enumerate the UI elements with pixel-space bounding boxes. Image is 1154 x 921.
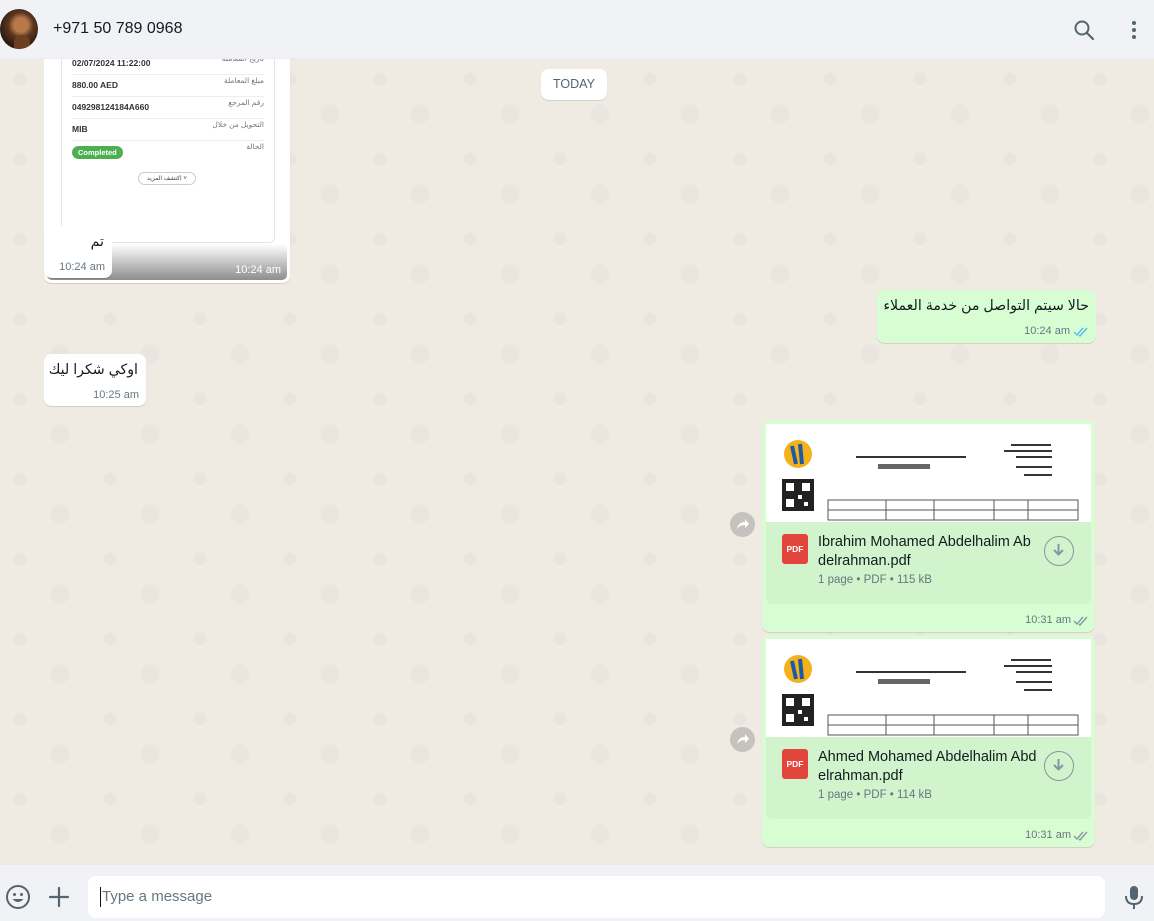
document-message[interactable]: PDF Ibrahim Mohamed Abdelhalim Abdelrahm… [762, 420, 1095, 632]
message-time: 10:24 am [1024, 325, 1070, 337]
receipt-value: MIB [72, 124, 88, 134]
message-time: 10:25 am [93, 389, 139, 401]
receipt-row: 02/07/2024 11:22:00 تاريخ المعاملة [72, 59, 264, 75]
document-name: Ibrahim Mohamed Abdelhalim Abdelrahman.p… [818, 534, 1031, 569]
receipt-value: 02/07/2024 11:22:00 [72, 59, 151, 68]
document-preview [766, 424, 1091, 523]
search-icon[interactable] [1072, 18, 1096, 42]
message-text: اوكي شكرا ليك [48, 362, 138, 378]
mic-icon[interactable] [1121, 884, 1147, 910]
document-name: Ahmed Mohamed Abdelhalim Abdelrahman.pdf [818, 749, 1037, 784]
double-check-icon [1073, 616, 1088, 626]
receipt-key: تاريخ المعاملة [222, 59, 264, 63]
message-time: 10:31 am [1025, 614, 1071, 626]
chat-header: +971 50 789 0968 [0, 0, 1154, 59]
document-preview [766, 639, 1091, 738]
document-meta: 1 page • PDF • 114 kB [818, 789, 932, 801]
plus-icon[interactable] [46, 884, 72, 910]
message-time: 10:24 am [235, 264, 281, 276]
document-preview-graphic [782, 440, 1079, 521]
message-time: 10:31 am [1025, 829, 1071, 841]
forward-icon [737, 519, 749, 529]
text-caret [100, 887, 101, 907]
document-preview-graphic [782, 655, 1079, 736]
receipt-key: الحالة [246, 142, 264, 151]
document-meta: 1 page • PDF • 115 kB [818, 574, 932, 586]
contact-name[interactable]: +971 50 789 0968 [53, 20, 182, 38]
receipt-value: 049298124184A660 [72, 102, 150, 112]
message-composer: Type a message [0, 865, 1154, 921]
message-text: حالا سيتم التواصل من خدمة العملاء [883, 298, 1089, 314]
receipt-row: MIB التحويل من خلال [72, 118, 264, 141]
forward-icon [737, 734, 749, 744]
receipt-value: 880.00 AED [72, 80, 118, 90]
incoming-message[interactable]: اوكي شكرا ليك 10:25 am [44, 354, 146, 406]
download-button[interactable] [1044, 751, 1074, 781]
receipt-status-row: Completed الحالة [72, 140, 264, 166]
document-card[interactable]: PDF Ahmed Mohamed Abdelhalim Abdelrahman… [766, 737, 1091, 819]
date-divider: TODAY [541, 69, 607, 100]
status-badge: Completed [72, 146, 123, 159]
receipt-key: التحويل من خلال [212, 120, 264, 129]
double-check-icon [1073, 327, 1088, 337]
message-time: 10:24 am [59, 261, 105, 273]
pdf-icon: PDF [782, 749, 808, 779]
receipt-row: 049298124184A660 رقم المرجع [72, 96, 264, 119]
forward-button[interactable] [730, 727, 755, 752]
receipt-key: رقم المرجع [228, 98, 264, 107]
document-message[interactable]: PDF Ahmed Mohamed Abdelhalim Abdelrahman… [762, 635, 1095, 847]
receipt-card: 02/07/2024 11:22:00 تاريخ المعاملة 880.0… [61, 59, 275, 243]
outgoing-message[interactable]: حالا سيتم التواصل من خدمة العملاء 10:24 … [877, 290, 1096, 343]
document-card[interactable]: PDF Ibrahim Mohamed Abdelhalim Abdelrahm… [766, 522, 1091, 604]
chevron-down-icon: ˅ [183, 176, 187, 182]
download-button[interactable] [1044, 536, 1074, 566]
message-input-placeholder: Type a message [102, 888, 213, 905]
download-icon [1053, 759, 1064, 771]
menu-icon[interactable] [1122, 18, 1146, 42]
show-more-label: اكتشف المزيد [147, 176, 182, 182]
message-text: تم [90, 234, 104, 250]
show-more-pill: ˅ اكتشف المزيد [138, 172, 196, 185]
receipt-row: 880.00 AED مبلغ المعاملة [72, 74, 264, 97]
chat-panel: 02/07/2024 11:22:00 تاريخ المعاملة 880.0… [0, 59, 1154, 865]
emoji-icon[interactable] [5, 884, 31, 910]
incoming-message[interactable]: تم 10:24 am [44, 226, 112, 278]
pdf-icon: PDF [782, 534, 808, 564]
contact-avatar[interactable] [0, 9, 38, 49]
receipt-key: مبلغ المعاملة [224, 76, 264, 85]
download-icon [1053, 544, 1064, 556]
message-input[interactable]: Type a message [88, 876, 1105, 918]
double-check-icon [1073, 831, 1088, 841]
forward-button[interactable] [730, 512, 755, 537]
